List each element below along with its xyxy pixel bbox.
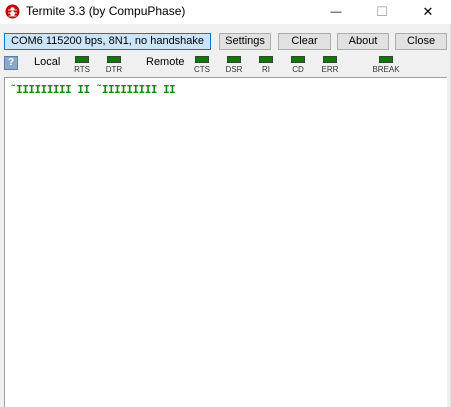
help-icon[interactable]: ? (4, 56, 18, 70)
led-label-rts: RTS (74, 65, 90, 74)
led-label-err: ERR (321, 65, 339, 74)
led-dtr (107, 56, 121, 63)
title-bar[interactable]: Termite 3.3 (by CompuPhase) — ☐ ✕ (0, 0, 451, 24)
termite-ant-icon (5, 4, 20, 19)
minimize-button[interactable]: — (313, 0, 359, 24)
maximize-button[interactable]: ☐ (359, 0, 405, 24)
close-icon: ✕ (422, 4, 434, 19)
terminal-line: ˜IIIIIIIII II ˜IIIIIIIII II (10, 83, 176, 96)
led-label-break: BREAK (372, 65, 400, 74)
led-dsr (227, 56, 241, 63)
led-label-dsr: DSR (225, 65, 243, 74)
led-break (379, 56, 393, 63)
led-label-cts: CTS (194, 65, 210, 74)
minimize-icon: — (330, 6, 342, 18)
termite-window: Termite 3.3 (by CompuPhase) — ☐ ✕ COM6 1… (0, 0, 451, 407)
maximize-icon: ☐ (376, 4, 388, 19)
window-title: Termite 3.3 (by CompuPhase) (26, 4, 186, 18)
local-label: Local (34, 56, 61, 68)
led-label-cd: CD (292, 65, 304, 74)
close-window-button[interactable]: ✕ (405, 0, 451, 24)
remote-label: Remote (146, 56, 185, 68)
led-err (323, 56, 337, 63)
led-cts (195, 56, 209, 63)
led-cd (291, 56, 305, 63)
led-rts (75, 56, 89, 63)
led-label-ri: RI (262, 65, 270, 74)
clear-button[interactable]: Clear (278, 33, 331, 50)
led-label-dtr: DTR (105, 65, 123, 74)
settings-button[interactable]: Settings (219, 33, 271, 50)
led-ri (259, 56, 273, 63)
close-button[interactable]: Close (395, 33, 447, 50)
port-status-button[interactable]: COM6 115200 bps, 8N1, no handshake (4, 33, 211, 50)
terminal-output[interactable]: ˜IIIIIIIII II ˜IIIIIIIII II (4, 77, 447, 407)
about-button[interactable]: About (337, 33, 389, 50)
